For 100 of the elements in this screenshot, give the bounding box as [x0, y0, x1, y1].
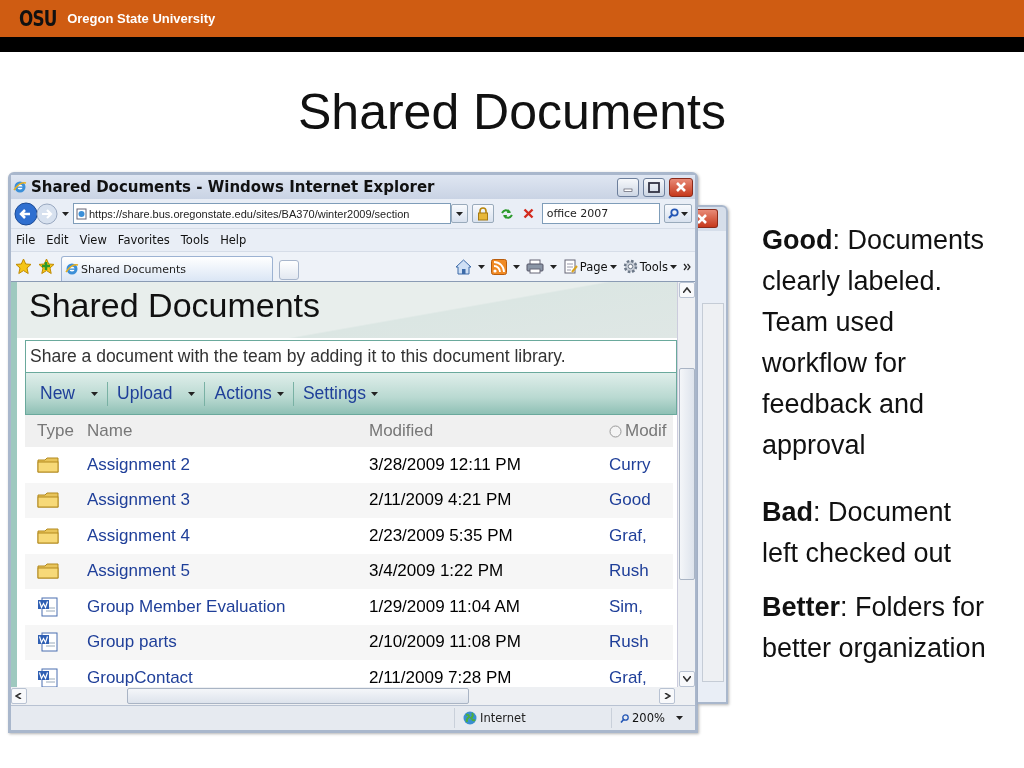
close-icon: [698, 212, 708, 225]
maximize-icon: [648, 181, 660, 193]
column-header[interactable]: Modified: [369, 415, 609, 447]
scroll-up-button[interactable]: [678, 282, 695, 298]
stop-icon: [523, 208, 535, 219]
lock-icon: [477, 206, 490, 221]
search-text: office 2007: [546, 207, 609, 220]
caret-icon: [477, 264, 485, 269]
page-menu-button[interactable]: Page: [562, 259, 617, 274]
close-icon: [675, 181, 687, 193]
user-link[interactable]: Sim,: [609, 589, 673, 625]
url-text: https://share.bus.oregonstate.edu/sites/BA370/winter2009/section: [89, 207, 410, 220]
search-field[interactable]: office 2007: [541, 203, 661, 224]
caret-icon: [371, 391, 379, 396]
scrollbar-thumb[interactable]: [678, 368, 695, 580]
dropdown-caret-icon: [62, 211, 69, 216]
user-link[interactable]: Rush: [609, 553, 673, 589]
folder-icon: [37, 563, 59, 580]
maximize-button[interactable]: [643, 177, 665, 197]
column-header[interactable]: Name: [87, 415, 369, 447]
caret-icon: [512, 264, 520, 269]
caret-icon: [455, 211, 463, 216]
note-text: Bad: Document left checked out: [762, 496, 953, 570]
user-link[interactable]: Curry: [609, 447, 673, 483]
search-icon: [668, 208, 680, 219]
search-button[interactable]: [664, 204, 692, 223]
caret-icon: [675, 716, 683, 720]
column-header[interactable]: Type: [25, 415, 87, 447]
lock-button[interactable]: [472, 204, 495, 223]
zoom-level-button[interactable]: 200%: [611, 708, 681, 728]
menu-item[interactable]: Edit: [46, 233, 69, 247]
page-icon: [562, 259, 578, 274]
table-cell-text: 1/29/2009 11:04 AM: [369, 595, 521, 618]
file-name-link[interactable]: Assignment 2: [87, 447, 369, 483]
zoom-icon: [620, 713, 629, 723]
file-name-link[interactable]: Group Member Evaluation: [87, 589, 369, 625]
library-description: Share a document with the team by adding it to this document library.: [25, 340, 677, 372]
logo: OSU: [19, 6, 57, 31]
globe-icon: [463, 711, 477, 725]
word-document-icon: [37, 631, 59, 654]
home-icon: [454, 258, 472, 275]
file-name-link[interactable]: Assignment 3: [87, 482, 369, 518]
table-cell-text: 3/28/2009 12:11 PM: [369, 453, 522, 476]
brand-name: Oregon State University: [67, 11, 216, 26]
column-circle-icon: [609, 424, 622, 438]
menu-item[interactable]: View: [79, 233, 107, 247]
back-button[interactable]: [14, 201, 38, 226]
minimize-button[interactable]: [617, 177, 639, 197]
toolbar-menu-button[interactable]: Actions: [205, 383, 293, 404]
scrollbar-thumb[interactable]: [127, 688, 469, 704]
file-name-link[interactable]: Assignment 4: [87, 518, 369, 554]
caret-icon: [91, 391, 98, 396]
table-cell: 2/10/2009 11:08 PM: [369, 624, 609, 660]
star-icon: [15, 258, 32, 275]
caret-icon: [188, 391, 196, 396]
menu-item[interactable]: Help: [220, 233, 247, 247]
menu-item[interactable]: Favorites: [117, 233, 170, 247]
user-link[interactable]: Graf,: [609, 660, 673, 687]
menu-item[interactable]: Tools: [180, 233, 210, 247]
tools-menu-button[interactable]: Tools: [622, 259, 677, 274]
user-link[interactable]: Good: [609, 482, 673, 518]
word-document-icon: [37, 595, 59, 618]
folder-icon: [37, 456, 59, 473]
tab-page-icon: [65, 262, 79, 276]
user-link[interactable]: Rush: [609, 624, 673, 660]
caret-icon: [549, 264, 557, 269]
address-field[interactable]: https://share.bus.oregonstate.edu/sites/BA370/winter2009/section: [73, 203, 451, 224]
add-favorite-icon: [38, 258, 55, 275]
close-button[interactable]: [698, 209, 718, 228]
table-cell-text: 2/11/2009 7:28 PM: [369, 666, 513, 687]
browser-tab[interactable]: Shared Documents: [61, 256, 273, 281]
file-name-link[interactable]: GroupContact: [87, 660, 369, 687]
page-heading: Shared Documents: [17, 282, 677, 338]
feed-icon: [490, 258, 507, 275]
column-header[interactable]: Modif: [609, 415, 673, 447]
file-name-link[interactable]: Group parts: [87, 624, 369, 660]
folder-icon: [37, 492, 59, 509]
table-cell: 3/4/2009 1:22 PM: [369, 553, 609, 589]
table-cell-text: 2/23/2009 5:35 PM: [369, 524, 514, 547]
note-text: Good: Documents clearly labeled. Team used workflow for feedback and approval: [762, 224, 986, 462]
caret-icon: [670, 264, 677, 269]
scroll-left-button[interactable]: [11, 688, 27, 704]
chevron-icon: [683, 262, 691, 271]
caret-icon: [609, 264, 617, 269]
word-document-icon: [37, 666, 59, 687]
security-zone-status: Internet: [454, 708, 611, 728]
caret-icon: [276, 391, 284, 396]
table-cell: 2/11/2009 4:21 PM: [369, 482, 609, 518]
menu-item[interactable]: File: [16, 233, 36, 247]
scroll-right-button[interactable]: [659, 688, 675, 704]
toolbar-menu-button[interactable]: Upload: [108, 383, 205, 404]
page-icon: [76, 207, 87, 220]
close-button[interactable]: [669, 177, 693, 197]
gear-icon: [622, 259, 638, 274]
file-name-link[interactable]: Assignment 5: [87, 553, 369, 589]
toolbar-menu-button[interactable]: Settings: [293, 383, 388, 404]
user-link[interactable]: Graf,: [609, 518, 673, 554]
note-text: Better: Folders for better organization: [762, 591, 987, 665]
scroll-down-button[interactable]: [678, 671, 695, 687]
toolbar-menu-button[interactable]: New: [31, 383, 107, 404]
